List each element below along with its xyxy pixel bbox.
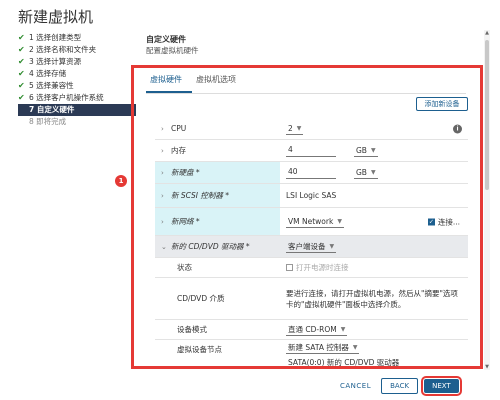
scroll-up-icon[interactable]: ▲ <box>484 30 490 36</box>
step-1[interactable]: ✔ 1 选择创建类型 <box>18 32 136 44</box>
status-row: 状态 打开电源时连接 <box>155 258 468 278</box>
scrollbar[interactable]: ▲ ▼ <box>484 30 490 370</box>
back-button[interactable]: BACK <box>381 378 419 394</box>
disk-size-input[interactable]: 40 <box>286 167 336 179</box>
scroll-down-icon[interactable]: ▼ <box>484 364 490 370</box>
check-icon: ✔ <box>18 33 25 42</box>
tab-virtual-hardware[interactable]: 虚拟硬件 <box>146 72 192 93</box>
step-3[interactable]: ✔ 3 选择计算资源 <box>18 56 136 68</box>
network-connect-checkbox[interactable]: 连接... <box>427 216 460 227</box>
scsi-value: LSI Logic SAS <box>286 191 337 200</box>
step-8: 8 即将完成 <box>29 117 67 126</box>
check-icon: ✔ <box>18 93 25 102</box>
memory-input[interactable]: 4 <box>286 145 336 157</box>
next-button[interactable]: NEXT <box>421 376 462 396</box>
page-title: 自定义硬件 <box>146 35 186 44</box>
chevron-right-icon[interactable]: › <box>161 192 171 200</box>
device-mode-row: 设备模式 直通 CD-ROM ▼ <box>155 320 468 340</box>
check-icon: ✔ <box>18 57 25 66</box>
tab-bar: 虚拟硬件 虚拟机选项 <box>146 72 466 94</box>
step-2[interactable]: ✔ 2 选择名称和文件夹 <box>18 44 136 56</box>
chevron-down-icon: ▼ <box>296 124 302 132</box>
network-select[interactable]: VM Network ▼ <box>286 216 344 228</box>
chevron-right-icon[interactable]: › <box>161 218 171 226</box>
checkbox-icon <box>427 218 435 226</box>
info-icon[interactable]: i <box>453 124 462 133</box>
check-icon: ✔ <box>18 81 25 90</box>
scroll-thumb[interactable] <box>485 40 489 190</box>
chevron-down-icon: ▼ <box>329 242 335 250</box>
step-4[interactable]: ✔ 4 选择存储 <box>18 68 136 80</box>
power-on-connect-checkbox[interactable] <box>286 264 293 271</box>
disk-row: › 新硬盘 * 40 GB ▼ <box>155 162 468 184</box>
wizard-steps: ✔ 1 选择创建类型 ✔ 2 选择名称和文件夹 ✔ 3 选择计算资源 ✔ 4 选择存储 … <box>18 32 136 128</box>
device-mode-select[interactable]: 直通 CD-ROM ▼ <box>286 324 348 336</box>
chevron-right-icon[interactable]: › <box>161 169 171 177</box>
step-6[interactable]: ✔ 6 选择客户机操作系统 <box>18 92 136 104</box>
step-5[interactable]: ✔ 5 选择兼容性 <box>18 80 136 92</box>
disk-unit-select[interactable]: GB ▼ <box>354 167 378 179</box>
hardware-grid: › CPU 2 ▼ i › 内存 4 GB ▼ › 新硬盘 * 40 GB ▼ › 新 SCS… <box>155 118 468 374</box>
cdrom-select[interactable]: 客户端设备 ▼ <box>286 241 337 253</box>
check-icon: ✔ <box>18 45 25 54</box>
memory-row: › 内存 4 GB ▼ <box>155 140 468 162</box>
window-title: 新建虚拟机 <box>18 8 94 26</box>
chevron-down-icon: ▼ <box>337 217 342 225</box>
step-7-active[interactable]: 7 自定义硬件 <box>18 104 136 116</box>
network-row: ›新网络 * VM Network▼ 连接... <box>155 208 468 236</box>
chevron-right-icon[interactable]: › <box>161 125 171 133</box>
check-icon: ✔ <box>18 69 25 78</box>
annotation-marker: 1 <box>115 175 127 187</box>
cdrom-row: ⌄ 新的 CD/DVD 驱动器 * 客户端设备 ▼ <box>155 236 468 258</box>
page-header: 自定义硬件 配置虚拟机硬件 <box>146 34 199 56</box>
chevron-down-icon[interactable]: ⌄ <box>161 243 171 251</box>
chevron-down-icon: ▼ <box>370 146 376 154</box>
wizard-footer: CANCEL BACK NEXT <box>340 376 462 396</box>
device-node-select[interactable]: 新建 SATA 控制器 ▼ <box>286 342 360 354</box>
memory-unit-select[interactable]: GB ▼ <box>354 145 378 157</box>
add-new-device-button[interactable]: 添加新设备 <box>416 97 468 111</box>
page-subtitle: 配置虚拟机硬件 <box>146 46 199 55</box>
chevron-right-icon[interactable]: › <box>161 147 171 155</box>
scsi-row: › 新 SCSI 控制器 * LSI Logic SAS <box>155 184 468 208</box>
device-node-sub-select[interactable]: SATA(0:0) 新的 CD/DVD 驱动器 <box>286 357 402 369</box>
device-node-row: 虚拟设备节点 新建 SATA 控制器 ▼ SATA(0:0) 新的 CD/DVD … <box>177 342 402 369</box>
cancel-button[interactable]: CANCEL <box>340 382 371 390</box>
chevron-down-icon: ▼ <box>340 325 346 333</box>
chevron-down-icon: ▼ <box>370 168 376 176</box>
tab-vm-options[interactable]: 虚拟机选项 <box>192 72 246 93</box>
chevron-down-icon: ▼ <box>352 344 358 351</box>
cpu-row: › CPU 2 ▼ i <box>155 118 468 140</box>
cpu-select[interactable]: 2 ▼ <box>286 123 304 135</box>
media-row: CD/DVD 介质 要进行连接，请打开虚拟机电源，然后从"摘要"选项卡的"虚拟机… <box>155 278 468 320</box>
media-description: 要进行连接，请打开虚拟机电源，然后从"摘要"选项卡的"虚拟机硬件"面板中选择介质… <box>286 288 458 309</box>
